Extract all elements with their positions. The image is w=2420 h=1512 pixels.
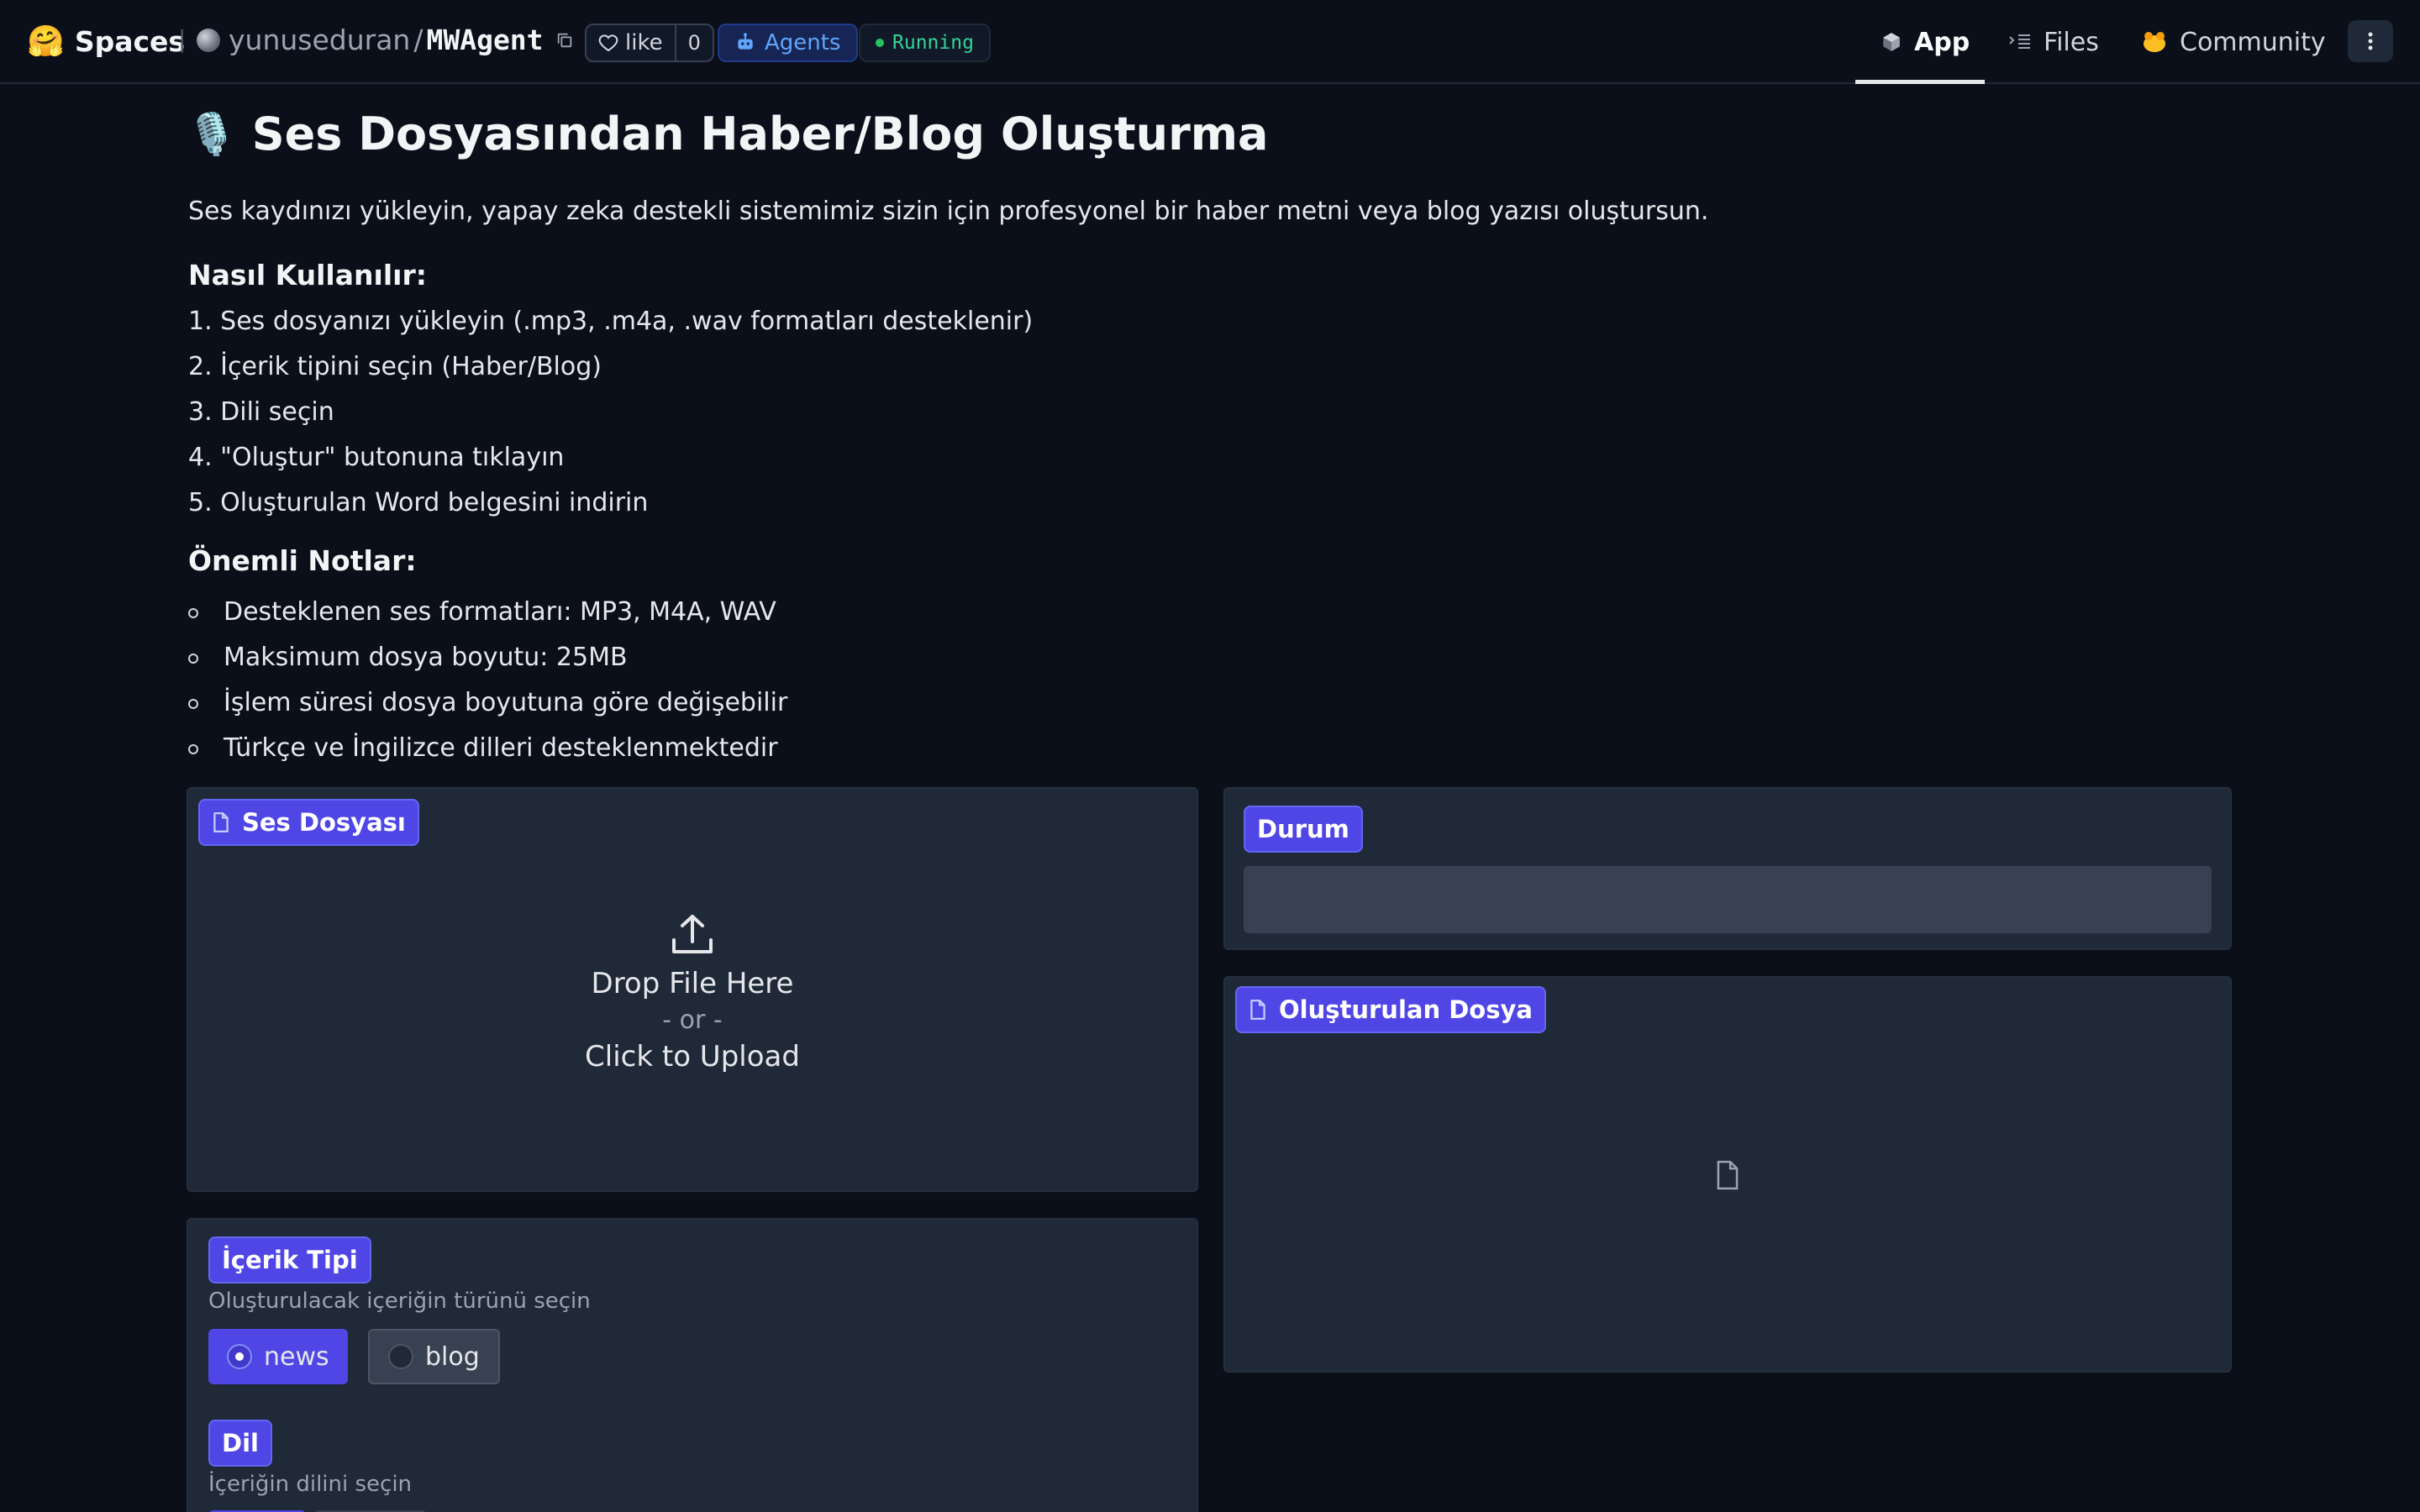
upload-icon <box>672 915 713 953</box>
list-item: 5. Oluşturulan Word belgesini indirin <box>188 488 649 517</box>
owner-avatar[interactable] <box>197 28 220 52</box>
spaces-label: Spaces <box>74 25 186 58</box>
top-navbar: 🤗 Spaces | yunuseduran / MWAgent like 0 … <box>0 0 2420 84</box>
drop-file-text: Drop File Here <box>591 967 794 1000</box>
list-item: 1. Ses dosyanızı yükleyin (.mp3, .m4a, .… <box>188 307 1034 336</box>
file-icon <box>1250 1000 1265 1020</box>
page-title: 🎙️ Ses Dosyasından Haber/Blog Oluşturma <box>187 108 1268 160</box>
radio-label-blog: blog <box>425 1341 480 1372</box>
notes-heading: Önemli Notlar: <box>188 544 417 577</box>
intro-text: Ses kaydınızı yükleyin, yapay zeka deste… <box>188 197 1709 226</box>
agents-badge[interactable]: Agents <box>718 24 858 62</box>
content-type-label: İçerik Tipi <box>208 1236 371 1284</box>
radio-button[interactable] <box>227 1344 252 1369</box>
click-to-upload-text: Click to Upload <box>585 1040 800 1074</box>
list-item: 2. İçerik tipini seçin (Haber/Blog) <box>188 352 602 381</box>
list-item: Maksimum dosya boyutu: 25MB <box>188 635 787 680</box>
like-main[interactable]: like <box>587 25 675 60</box>
options-panel: İçerik Tipi Oluşturulacak içeriğin türün… <box>187 1218 1198 1512</box>
language-label-text: Dil <box>222 1429 259 1457</box>
empty-file-icon <box>1717 1160 1739 1190</box>
like-button[interactable]: like 0 <box>585 24 714 62</box>
note-text: Desteklenen ses formatları: MP3, M4A, WA… <box>224 597 776 627</box>
more-options-button[interactable] <box>2348 20 2393 62</box>
repo-breadcrumb: yunuseduran / MWAgent <box>197 24 574 56</box>
status-label: Durum <box>1244 806 1363 853</box>
radio-option-news[interactable]: news <box>208 1329 348 1384</box>
tab-community-label: Community <box>2180 27 2326 57</box>
like-count[interactable]: 0 <box>674 25 713 60</box>
language-info: İçeriğin dilini seçin <box>208 1472 413 1497</box>
tab-community[interactable]: Community <box>2141 0 2326 84</box>
content-type-info: Oluşturulacak içeriğin türünü seçin <box>208 1289 591 1314</box>
or-text: - or - <box>662 1005 723 1035</box>
breadcrumb-separator: | <box>178 25 187 53</box>
breadcrumb: | <box>178 25 186 53</box>
file-drop-zone[interactable]: Drop File Here - or - Click to Upload <box>188 913 1197 1074</box>
file-icon <box>213 812 229 832</box>
tab-app[interactable]: App <box>1881 0 1970 84</box>
language-label: Dil <box>208 1420 272 1467</box>
repo-name-link[interactable]: MWAgent <box>426 24 543 56</box>
status-textbox[interactable] <box>1244 866 2212 933</box>
page-title-text: Ses Dosyasından Haber/Blog Oluşturma <box>251 108 1269 160</box>
output-file-label-text: Oluşturulan Dosya <box>1279 995 1533 1024</box>
note-text: Türkçe ve İngilizce dilleri desteklenmek… <box>224 733 778 763</box>
running-dot-icon <box>876 39 884 47</box>
microphone-icon: 🎙️ <box>187 111 237 158</box>
audio-input-label-text: Ses Dosyası <box>242 808 406 837</box>
status-label-text: Durum <box>1257 815 1349 843</box>
tab-files[interactable]: Files <box>2008 0 2099 84</box>
status-panel: Durum <box>1223 787 2232 950</box>
agents-label: Agents <box>765 30 841 55</box>
howto-steps-list: 1. Ses dosyanızı yükleyin (.mp3, .m4a, .… <box>188 304 1033 531</box>
robot-icon <box>738 33 753 50</box>
running-status-label: Running <box>892 32 974 54</box>
list-item: 4. "Oluştur" butonuna tıklayın <box>188 443 565 472</box>
files-icon <box>2009 34 2030 49</box>
spaces-home-link[interactable]: 🤗 Spaces <box>27 25 185 58</box>
content-type-label-text: İçerik Tipi <box>222 1246 358 1274</box>
list-item: 3. Dili seçin <box>188 397 334 427</box>
note-text: Maksimum dosya boyutu: 25MB <box>224 643 628 672</box>
bullet-icon <box>188 608 198 618</box>
active-tab-indicator <box>1855 80 1985 84</box>
list-item: Türkçe ve İngilizce dilleri desteklenmek… <box>188 726 787 771</box>
copy-icon[interactable] <box>555 31 574 50</box>
like-label: like <box>625 30 663 55</box>
list-item: İşlem süresi dosya boyutuna göre değişeb… <box>188 680 787 726</box>
tab-app-label: App <box>1914 27 1970 57</box>
vertical-dots-icon <box>2368 32 2373 50</box>
howto-heading: Nasıl Kullanılır: <box>188 259 427 291</box>
radio-button[interactable] <box>388 1344 413 1369</box>
bullet-icon <box>188 744 198 754</box>
notes-list: Desteklenen ses formatları: MP3, M4A, WA… <box>188 590 787 771</box>
running-status-badge[interactable]: Running <box>859 24 991 62</box>
audio-input-label: Ses Dosyası <box>198 799 419 846</box>
heart-icon <box>598 34 618 52</box>
radio-option-blog[interactable]: blog <box>368 1329 500 1384</box>
radio-label-news: news <box>264 1341 329 1372</box>
audio-upload-panel[interactable]: Ses Dosyası Drop File Here - or - Click … <box>187 787 1198 1192</box>
output-file-label: Oluşturulan Dosya <box>1235 986 1546 1033</box>
bullet-icon <box>188 654 198 664</box>
output-file-panel: Oluşturulan Dosya <box>1223 976 2232 1373</box>
bullet-icon <box>188 699 198 709</box>
owner-link[interactable]: yunuseduran <box>229 24 410 56</box>
list-item: Desteklenen ses formatları: MP3, M4A, WA… <box>188 590 787 635</box>
community-icon <box>2144 32 2165 52</box>
note-text: İşlem süresi dosya boyutuna göre değişeb… <box>224 688 788 717</box>
path-slash: / <box>413 24 424 56</box>
cube-icon <box>1883 33 1900 51</box>
tab-files-label: Files <box>2044 27 2099 57</box>
hugging-face-logo: 🤗 <box>27 24 65 59</box>
